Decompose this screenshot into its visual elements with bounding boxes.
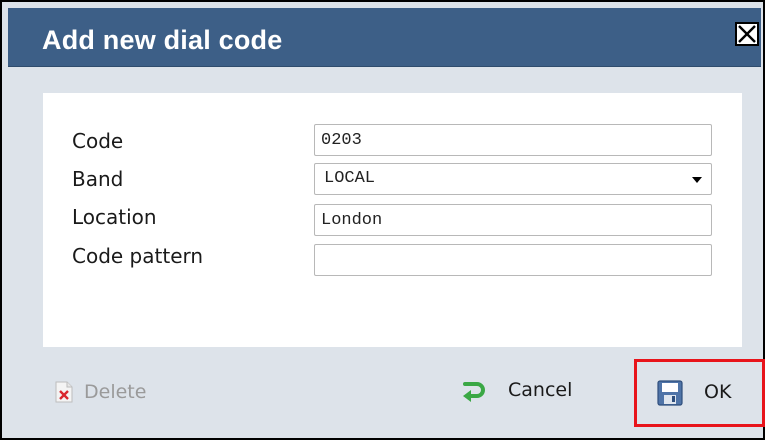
close-button[interactable] <box>735 22 759 46</box>
chevron-down-icon <box>692 177 702 183</box>
code-label: Code <box>72 129 124 153</box>
ok-highlight-box <box>634 359 765 427</box>
dialog-titlebar: Add new dial code <box>8 8 761 67</box>
band-label: Band <box>72 167 124 191</box>
close-icon <box>738 25 756 43</box>
code-input[interactable] <box>314 124 712 156</box>
ok-button-label: OK <box>704 381 732 403</box>
band-select[interactable]: LOCAL <box>314 163 712 195</box>
delete-icon <box>55 381 73 403</box>
cancel-button-label: Cancel <box>508 379 573 401</box>
dialog-title: Add new dial code <box>42 25 283 55</box>
undo-arrow-icon <box>463 382 485 402</box>
form-panel: Code Band LOCAL Location Code pattern <box>43 93 742 347</box>
delete-button-label: Delete <box>84 381 147 403</box>
delete-button[interactable]: Delete <box>54 372 194 412</box>
location-input[interactable] <box>314 204 712 236</box>
ok-button[interactable]: OK <box>634 359 765 427</box>
code-pattern-input[interactable] <box>314 244 712 276</box>
save-disk-icon <box>657 380 683 406</box>
add-dial-code-dialog: Add new dial code Code Band LOCAL Locati… <box>0 0 765 440</box>
band-selected-value: LOCAL <box>324 169 376 188</box>
code-pattern-label: Code pattern <box>72 244 204 268</box>
cancel-button[interactable]: Cancel <box>460 370 600 410</box>
location-label: Location <box>72 205 157 229</box>
